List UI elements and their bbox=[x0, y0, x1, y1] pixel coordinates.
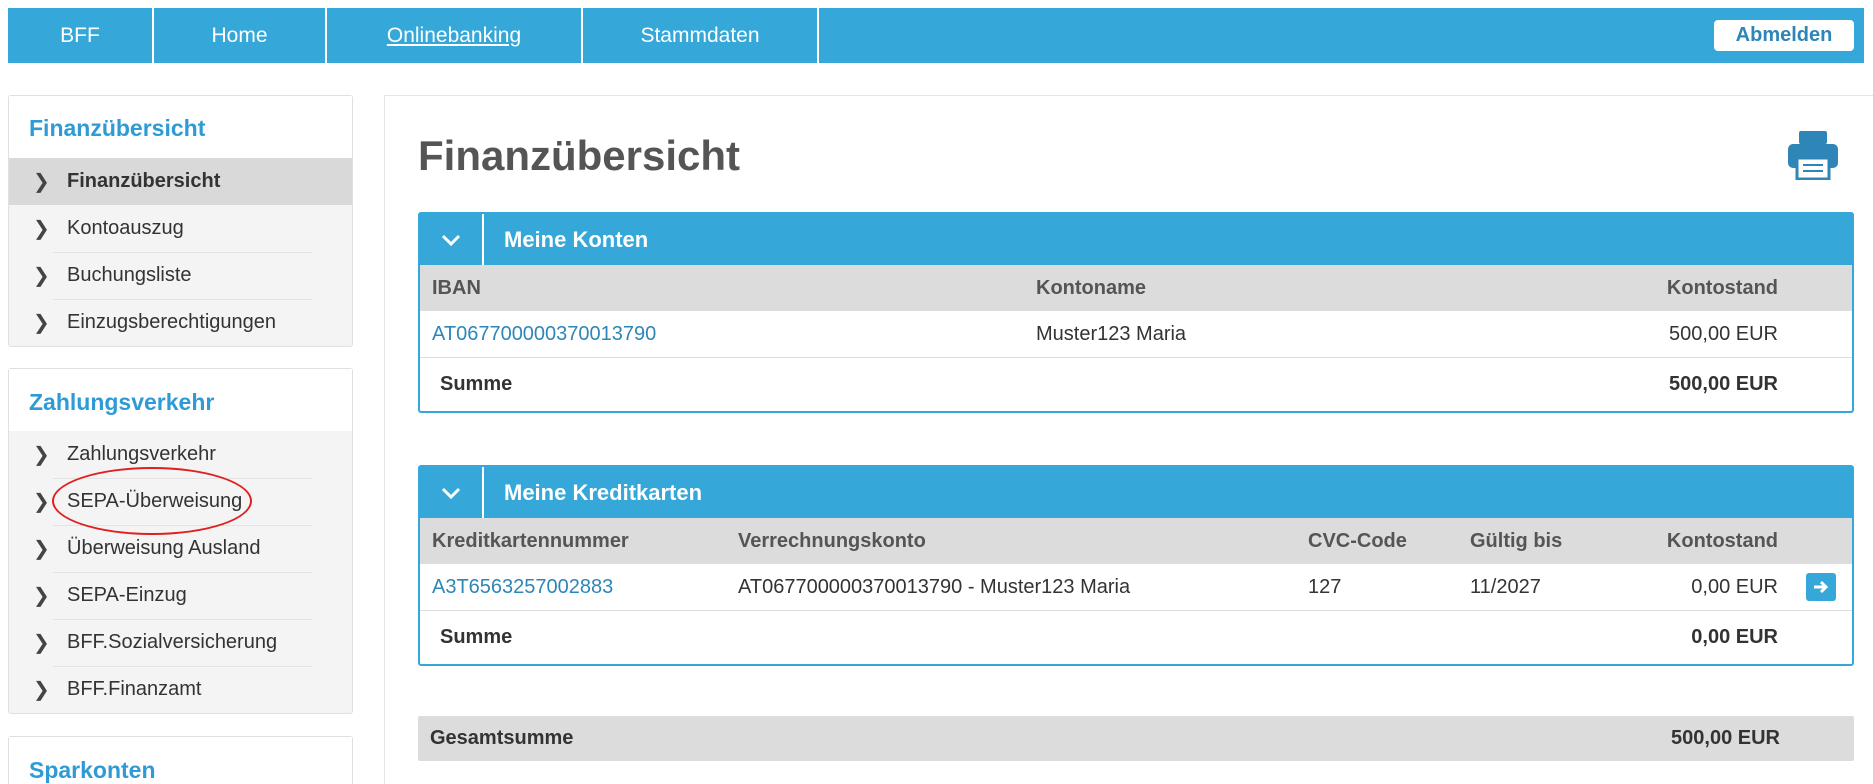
page-title: Finanzübersicht bbox=[418, 132, 741, 179]
sidebar-item-sepa-ueberweisung[interactable]: ❯ SEPA-Überweisung bbox=[9, 478, 352, 525]
sidebar-item-label: Buchungsliste bbox=[67, 264, 192, 286]
sidebar-item-label: BFF.Finanzamt bbox=[67, 678, 202, 700]
sum-value: 0,00 EUR bbox=[1691, 626, 1778, 648]
sidebar-item-label: Finanzübersicht bbox=[67, 170, 221, 192]
sidebar-section-zahlungsverkehr: Zahlungsverkehr ❯ Zahlungsverkehr ❯ SEPA… bbox=[8, 368, 353, 714]
grand-total-label: Gesamtsumme bbox=[430, 727, 574, 749]
sidebar-section-finanzuebersicht: Finanzübersicht ❯ Finanzübersicht ❯ Kont… bbox=[8, 95, 353, 347]
accounts-panel-header: Meine Konten bbox=[420, 214, 1852, 265]
sidebar-section-sparkonten: Sparkonten bbox=[8, 736, 353, 784]
accounts-panel-title: Meine Konten bbox=[504, 226, 649, 252]
chevron-right-icon: ❯ bbox=[33, 171, 50, 193]
print-icon[interactable] bbox=[1787, 130, 1839, 180]
collapse-toggle[interactable] bbox=[420, 467, 484, 518]
column-header-verrechnungskonto: Verrechnungskonto bbox=[738, 529, 926, 552]
chevron-right-icon: ❯ bbox=[33, 265, 50, 287]
card-details-button[interactable] bbox=[1806, 573, 1836, 601]
sum-label: Summe bbox=[440, 373, 513, 395]
sidebar-item-label: SEPA-Einzug bbox=[67, 584, 187, 606]
account-balance: 500,00 EUR bbox=[1669, 322, 1778, 345]
chevron-right-icon: ❯ bbox=[33, 538, 50, 560]
chevron-right-icon: ❯ bbox=[33, 585, 50, 607]
sidebar-item-label: BFF.Sozialversicherung bbox=[67, 631, 278, 653]
sidebar-item-label: Einzugsberechtigungen bbox=[67, 311, 277, 333]
card-detail-cell bbox=[1806, 564, 1836, 610]
chevron-right-icon: ❯ bbox=[33, 312, 50, 334]
sidebar-item-bff-finanzamt[interactable]: ❯ BFF.Finanzamt bbox=[9, 666, 352, 713]
column-header-kontostand: Kontostand bbox=[1666, 276, 1778, 299]
sidebar-section-title: Finanzübersicht bbox=[9, 96, 352, 158]
sidebar-item-buchungsliste[interactable]: ❯ Buchungsliste bbox=[9, 252, 352, 299]
column-header-kontostand: Kontostand bbox=[1666, 529, 1778, 552]
column-header-gueltig-bis: Gültig bis bbox=[1470, 529, 1563, 552]
grand-total-value: 500,00 EUR bbox=[1671, 727, 1780, 749]
sidebar-item-kontoauszug[interactable]: ❯ Kontoauszug bbox=[9, 205, 352, 252]
sidebar-item-label: Zahlungsverkehr bbox=[67, 443, 216, 465]
credit-cards-table-header: Kreditkartennummer Verrechnungskonto CVC… bbox=[420, 518, 1852, 564]
column-header-kreditkartennummer: Kreditkartennummer bbox=[432, 529, 629, 552]
sidebar-item-sepa-einzug[interactable]: ❯ SEPA-Einzug bbox=[9, 572, 352, 619]
chevron-down-icon bbox=[441, 234, 461, 246]
sidebar-item-label: SEPA-Überweisung bbox=[67, 490, 243, 512]
sidebar-item-label: Überweisung Ausland bbox=[67, 537, 261, 559]
accounts-sum-row: Summe 500,00 EUR bbox=[420, 358, 1852, 411]
valid-until: 11/2027 bbox=[1470, 575, 1541, 598]
accounts-table-header: IBAN Kontoname Kontostand bbox=[420, 265, 1852, 311]
chevron-right-icon: ❯ bbox=[33, 218, 50, 240]
sidebar-section-title: Zahlungsverkehr bbox=[9, 369, 352, 431]
credit-cards-sum-row: Summe 0,00 EUR bbox=[420, 611, 1852, 664]
cvc-code: 127 bbox=[1308, 575, 1342, 598]
sum-label: Summe bbox=[440, 626, 513, 648]
main-content: Finanzübersicht Meine Konten IBAN Konton… bbox=[384, 95, 1873, 784]
sidebar-item-finanzuebersicht[interactable]: ❯ Finanzübersicht bbox=[9, 158, 352, 205]
card-balance: 0,00 EUR bbox=[1691, 575, 1778, 598]
chevron-right-icon: ❯ bbox=[33, 491, 50, 513]
clearing-account: AT067700000370013790 - Muster123 Maria bbox=[738, 575, 1131, 598]
credit-cards-panel: Meine Kreditkarten Kreditkartennummer Ve… bbox=[418, 465, 1854, 666]
card-number-link[interactable]: A3T6563257002883 bbox=[432, 564, 613, 610]
credit-cards-panel-header: Meine Kreditkarten bbox=[420, 467, 1852, 518]
sidebar-item-zahlungsverkehr[interactable]: ❯ Zahlungsverkehr bbox=[9, 431, 352, 478]
table-row: AT067700000370013790 Muster123 Maria 500… bbox=[420, 311, 1852, 358]
top-navigation: BFF Home Onlinebanking Stammdaten Abmeld… bbox=[8, 8, 1864, 63]
chevron-right-icon: ❯ bbox=[33, 679, 50, 701]
sidebar-item-label: Kontoauszug bbox=[67, 217, 184, 239]
nav-item-onlinebanking[interactable]: Onlinebanking bbox=[327, 8, 583, 63]
column-header-iban: IBAN bbox=[432, 276, 481, 299]
chevron-right-icon: ❯ bbox=[33, 632, 50, 654]
column-header-cvc-code: CVC-Code bbox=[1308, 529, 1407, 552]
sidebar-item-einzugsberechtigungen[interactable]: ❯ Einzugsberechtigungen bbox=[9, 299, 352, 346]
chevron-right-icon: ❯ bbox=[33, 444, 50, 466]
column-header-kontoname: Kontoname bbox=[1036, 276, 1146, 299]
nav-item-home[interactable]: Home bbox=[154, 8, 327, 63]
chevron-down-icon bbox=[441, 487, 461, 499]
table-row: A3T6563257002883 AT067700000370013790 - … bbox=[420, 564, 1852, 611]
grand-total-row: Gesamtsumme 500,00 EUR bbox=[418, 716, 1854, 761]
sidebar-item-bff-sozialversicherung[interactable]: ❯ BFF.Sozialversicherung bbox=[9, 619, 352, 666]
collapse-toggle[interactable] bbox=[420, 214, 484, 265]
accounts-panel: Meine Konten IBAN Kontoname Kontostand A… bbox=[418, 212, 1854, 413]
nav-item-stammdaten[interactable]: Stammdaten bbox=[583, 8, 819, 63]
account-name: Muster123 Maria bbox=[1036, 322, 1187, 345]
nav-item-bff[interactable]: BFF bbox=[8, 8, 154, 63]
logout-button[interactable]: Abmelden bbox=[1714, 20, 1854, 51]
sidebar-item-ueberweisung-ausland[interactable]: ❯ Überweisung Ausland bbox=[9, 525, 352, 572]
arrow-right-icon bbox=[1814, 580, 1829, 594]
sidebar-section-title: Sparkonten bbox=[9, 737, 352, 784]
iban-link[interactable]: AT067700000370013790 bbox=[432, 311, 656, 357]
credit-cards-panel-title: Meine Kreditkarten bbox=[504, 479, 703, 505]
sum-value: 500,00 EUR bbox=[1669, 373, 1778, 395]
